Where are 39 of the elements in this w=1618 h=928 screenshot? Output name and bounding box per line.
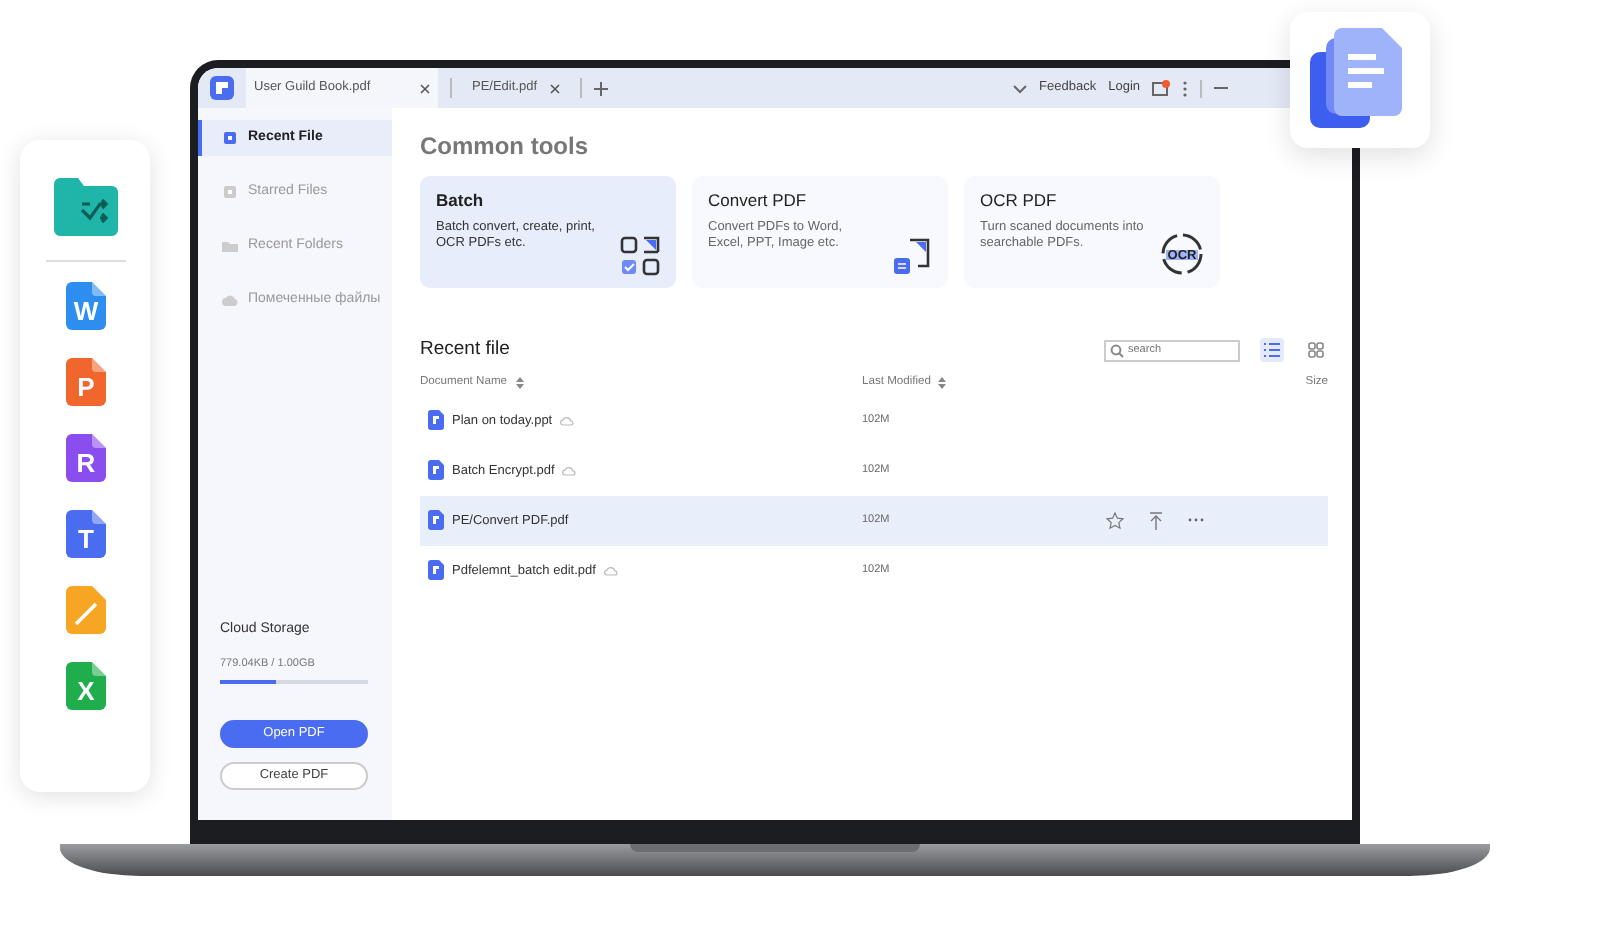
document-letter-icon: X <box>65 662 105 710</box>
pdf-file-icon <box>428 560 444 581</box>
more-vertical-icon[interactable] <box>1182 79 1188 97</box>
document-letter-icon: W <box>65 282 105 330</box>
close-icon[interactable] <box>420 83 430 93</box>
star-icon[interactable] <box>1106 511 1124 530</box>
folder-icon <box>222 238 238 254</box>
tool-title: Batch <box>436 188 486 214</box>
sort-icon[interactable] <box>938 376 947 391</box>
document-letter-icon: T <box>65 510 105 558</box>
sort-icon[interactable] <box>515 376 523 391</box>
pdf-file-icon <box>428 410 444 431</box>
cloud-icon <box>603 565 618 576</box>
document-letter-icon: P <box>65 358 105 406</box>
section-title: Common tools <box>420 130 590 164</box>
pdf-file-icon <box>428 510 444 531</box>
minimize-icon[interactable] <box>1214 86 1228 90</box>
chevron-down-icon[interactable] <box>1011 83 1028 93</box>
search-icon <box>1110 343 1124 358</box>
section-title: Recent file <box>420 336 510 364</box>
cloud-icon <box>222 292 238 308</box>
pdf-file-icon <box>428 460 444 481</box>
list-view-icon[interactable] <box>1264 342 1280 359</box>
document-letter-icon: R <box>65 434 105 482</box>
app-logo-icon <box>210 76 234 100</box>
cloud-icon <box>560 415 575 426</box>
cloud-icon <box>562 465 577 476</box>
grid-view-icon[interactable] <box>1308 342 1324 359</box>
convert-icon <box>892 236 932 276</box>
document-icon <box>222 130 238 146</box>
plus-icon[interactable] <box>593 81 608 95</box>
tool-title: Convert PDF <box>708 188 809 214</box>
upload-icon[interactable] <box>1148 511 1164 530</box>
document-icon <box>222 184 238 200</box>
more-icon[interactable] <box>1188 518 1204 523</box>
tool-title: OCR PDF <box>980 188 1059 214</box>
close-icon[interactable] <box>549 83 560 93</box>
notification-icon[interactable] <box>1152 79 1170 97</box>
checkbox-grid-icon <box>620 236 660 276</box>
